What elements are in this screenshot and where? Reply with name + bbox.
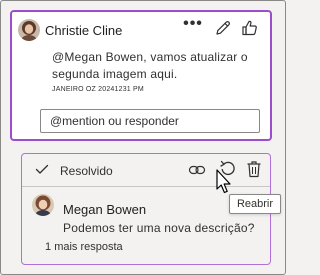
- mouse-pointer-icon: [216, 169, 232, 195]
- pencil-icon[interactable]: [213, 18, 233, 38]
- thumbs-up-icon[interactable]: [240, 18, 260, 38]
- more-replies-label: mais resposta: [54, 241, 123, 253]
- comment-author: Christie Cline: [45, 23, 123, 38]
- comment-date: JANEIRO OZ 20241231 PM: [52, 86, 144, 93]
- divider: [22, 186, 270, 187]
- comment-text: Podemos ter uma nova descrição?: [63, 221, 255, 235]
- more-icon[interactable]: •••: [182, 16, 204, 36]
- resolved-status: Resolvido: [60, 164, 113, 178]
- avatar-megan: [32, 194, 54, 216]
- link-icon[interactable]: [188, 161, 206, 179]
- comments-pane: Christie Cline ••• @Megan Bowen, vamos a…: [0, 0, 286, 275]
- more-replies-link[interactable]: 1 mais resposta: [45, 241, 123, 253]
- comment-author: Megan Bowen: [63, 202, 147, 217]
- reopen-tooltip: Reabrir: [229, 194, 281, 214]
- trash-icon[interactable]: [246, 160, 262, 178]
- comment-card-active[interactable]: Christie Cline ••• @Megan Bowen, vamos a…: [10, 10, 272, 141]
- comment-text: @Megan Bowen, vamos atualizar o segunda …: [52, 50, 248, 81]
- avatar-christie: [18, 19, 40, 41]
- more-replies-count: 1: [45, 241, 52, 253]
- check-icon: [35, 162, 49, 176]
- reply-input[interactable]: [40, 109, 260, 133]
